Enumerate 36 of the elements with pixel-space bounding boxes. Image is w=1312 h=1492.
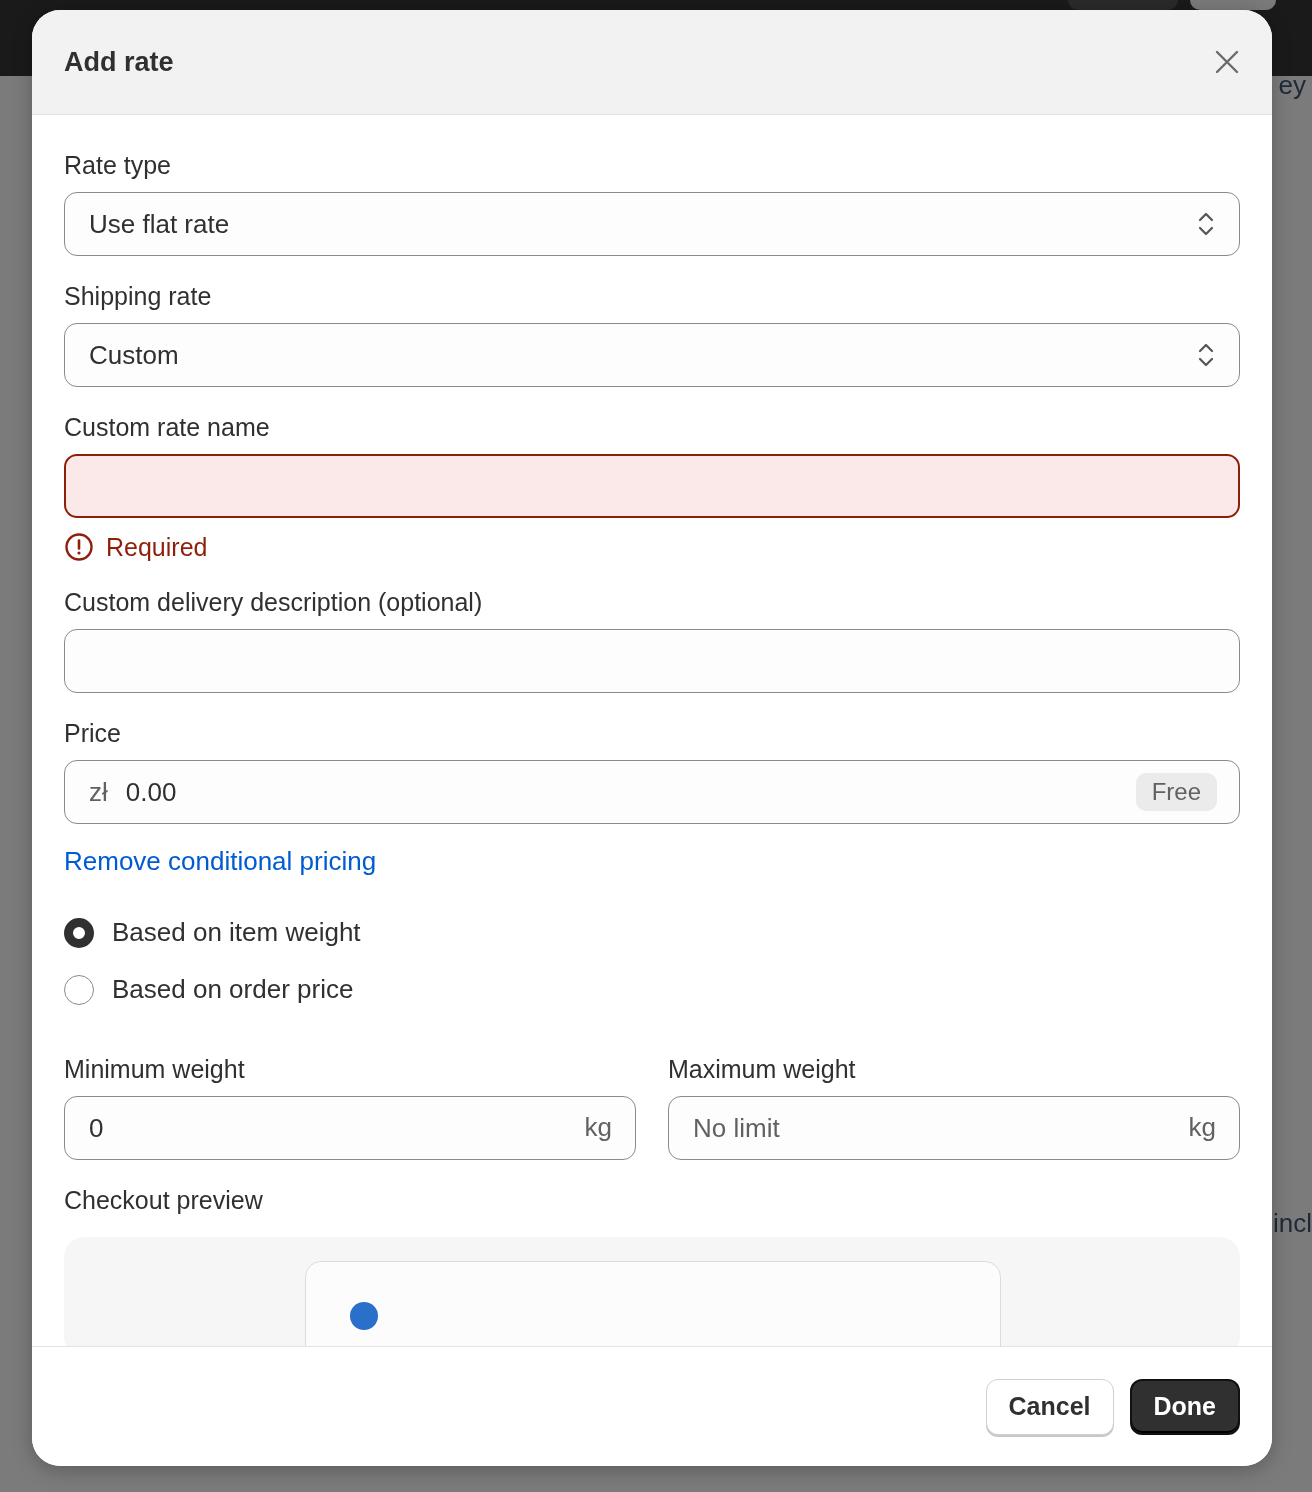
select-field[interactable]: Custom: [64, 323, 1240, 387]
error-message: Required: [106, 532, 208, 562]
select-field[interactable]: Use flat rate: [64, 192, 1240, 256]
page-text: incl: [1273, 1208, 1312, 1239]
modal-title: Add rate: [64, 46, 174, 78]
page-text: ey: [1278, 70, 1306, 101]
error-icon: [64, 532, 94, 562]
close-button[interactable]: [1214, 49, 1240, 75]
unit-suffix: kg: [1188, 1112, 1216, 1143]
close-icon: [1214, 49, 1240, 75]
free-badge: Free: [1135, 773, 1217, 811]
field-label: Custom rate name: [64, 413, 271, 442]
chevron-up-down-icon: [1197, 342, 1215, 368]
radio-button[interactable]: [64, 917, 94, 948]
radio-button[interactable]: [64, 974, 94, 1005]
cancel-button[interactable]: Cancel: [985, 1378, 1114, 1435]
description-field[interactable]: [64, 629, 1240, 693]
chevron-up-down-icon: [1197, 211, 1215, 237]
field-label: Price: [64, 719, 122, 748]
field-label: Rate type: [64, 151, 172, 180]
field-label: Minimum weight: [64, 1055, 246, 1084]
remove-pricing-link[interactable]: Remove conditional pricing: [64, 846, 1240, 877]
done-button[interactable]: Done: [1129, 1378, 1240, 1435]
field-label: Custom delivery description (optional): [64, 588, 484, 617]
currency-prefix: zł: [89, 776, 108, 808]
unit-suffix: kg: [584, 1112, 612, 1143]
field-label: Shipping rate: [64, 282, 213, 311]
bar-button[interactable]: [1190, 0, 1276, 10]
radio-label: Based on item weight: [112, 917, 361, 948]
radio-label: Based on order price: [112, 974, 354, 1005]
price-field[interactable]: zł 0.00 Free: [64, 760, 1240, 824]
price-value: 0.00: [125, 776, 178, 808]
field-label: Maximum weight: [668, 1055, 857, 1084]
radio-icon: [350, 1302, 378, 1330]
name-field[interactable]: [64, 454, 1240, 518]
section-label: Checkout preview: [64, 1186, 264, 1215]
